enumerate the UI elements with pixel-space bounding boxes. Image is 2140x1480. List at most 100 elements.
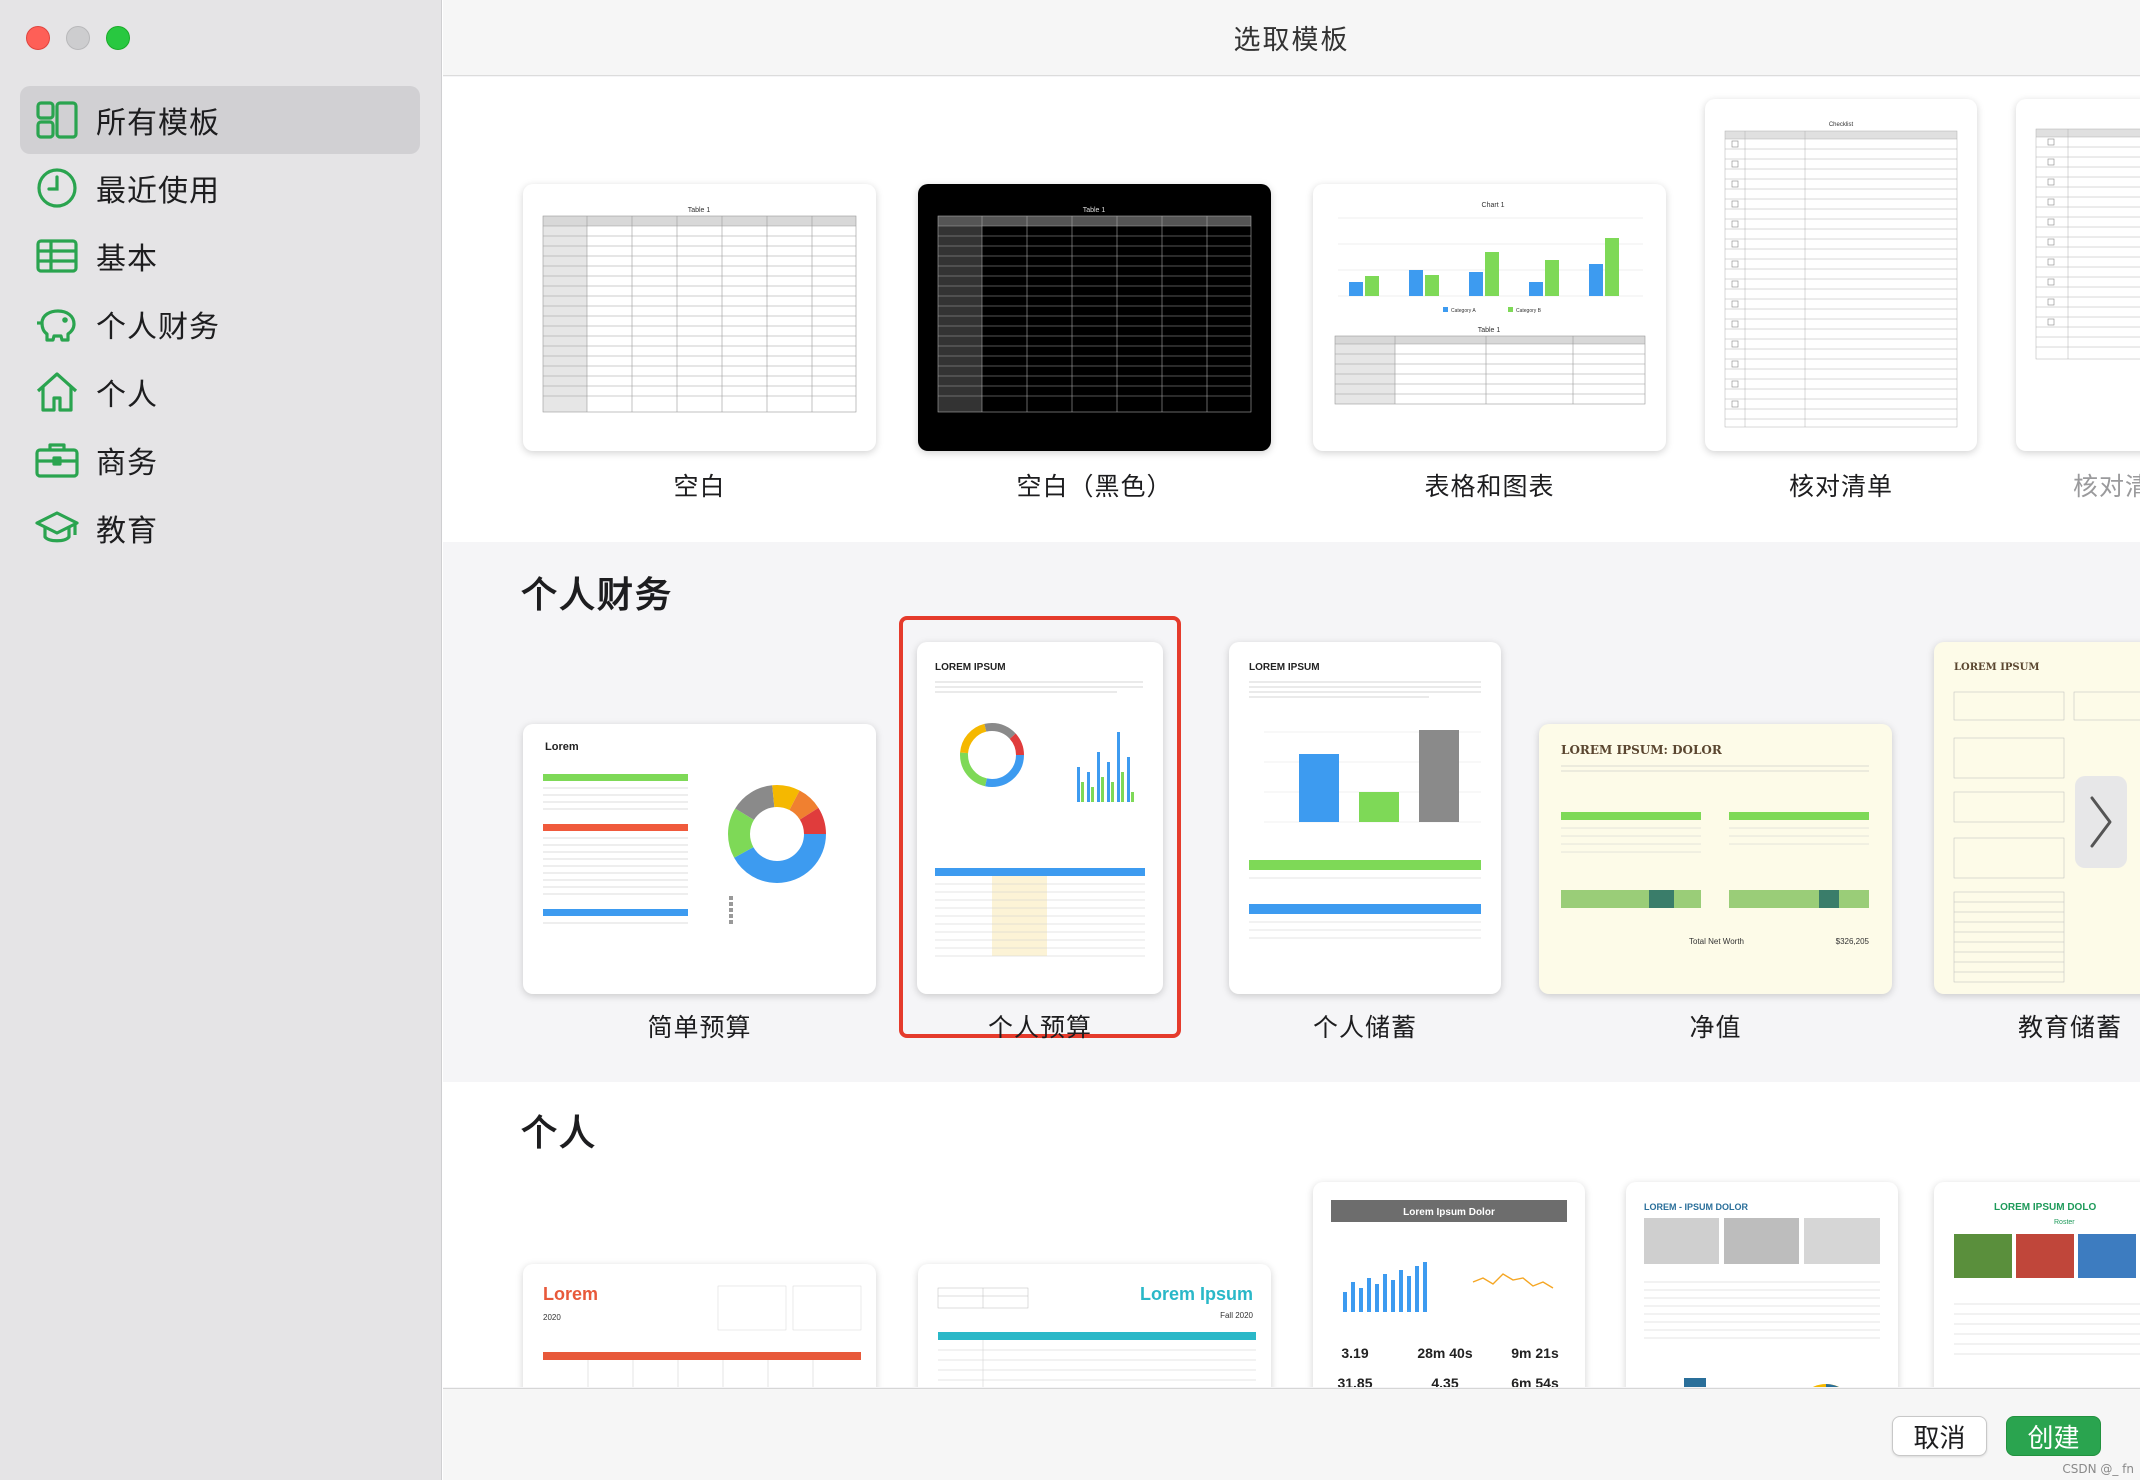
clock-icon (34, 165, 80, 211)
preview-title: Checklist (1829, 122, 1854, 128)
preview-subtitle: Roster (2054, 1219, 2075, 1226)
template-home-improvement[interactable]: LOREM - IPSUM DOLOR (1626, 1182, 1898, 1387)
stat-value: 6m 54s (1511, 1375, 1559, 1387)
sidebar: 所有模板 最近使用 基本 个人财务 个人 商务 教育 (0, 0, 442, 1480)
graduation-cap-icon (34, 505, 80, 551)
preview-title: Lorem (545, 741, 579, 753)
section-title: 个人 (521, 1113, 598, 1154)
footer-bar: 取消 创建 CSDN @_ fn (443, 1388, 2140, 1480)
blank-black-table-preview: Table 1 (937, 207, 1252, 413)
sidebar-item-label: 个人 (96, 378, 158, 413)
legend-a: Category A (1451, 308, 1476, 314)
running-log-preview: Lorem Ipsum Dolor 3.19 28m 40s 9m 21s 31… (1331, 1200, 1567, 1387)
schedule-preview: Lorem Ipsum Fall 2020 (937, 1284, 1256, 1387)
chevron-right-icon (2090, 796, 2112, 848)
section-personal-finance: 个人财务 Lorem 简单预算 LOREM IPSUM 个人预算 LOREM I… (443, 542, 2140, 1082)
template-label: 核对清 (2073, 472, 2140, 501)
home-improvement-preview: LOREM - IPSUM DOLOR (1644, 1202, 1880, 1387)
preview-title: LOREM IPSUM DOLO (1994, 1202, 2096, 1213)
cancel-button[interactable]: 取消 (1892, 1416, 1987, 1456)
preview-year: 2020 (543, 1313, 561, 1322)
calendar-preview: Lorem 2020 (543, 1284, 862, 1387)
stat-value: 31.85 (1337, 1375, 1372, 1387)
sidebar-nav: 所有模板 最近使用 基本 个人财务 个人 商务 教育 (20, 86, 420, 562)
stat-value: 4.35 (1431, 1375, 1458, 1387)
sidebar-item-label: 基本 (96, 242, 158, 277)
template-personal-budget[interactable]: LOREM IPSUM (917, 642, 1163, 994)
sidebar-item-business[interactable]: 商务 (20, 426, 420, 494)
sidebar-item-label: 个人财务 (96, 310, 220, 345)
preview-title: LOREM IPSUM (935, 662, 1006, 673)
window-titlebar: 选取模板 (443, 0, 2140, 76)
briefcase-icon (34, 437, 80, 483)
net-worth-total-label: Total Net Worth (1689, 937, 1744, 946)
section-basic: Table 1 空白 Table 1 空白（黑色） Chart 1 Catego… (443, 77, 2140, 542)
section-personal: 个人 Lorem 2020 Lorem Ipsum Fall 2020 Lore… (443, 1082, 2140, 1387)
template-label: 表格和图表 (1424, 472, 1555, 501)
template-net-worth[interactable]: LOREM IPSUM: DOLOR Total Net Worth $326,… (1539, 724, 1892, 994)
close-window-button[interactable] (26, 26, 50, 50)
house-icon (34, 369, 80, 415)
sidebar-item-personal[interactable]: 个人 (20, 358, 420, 426)
create-button[interactable]: 创建 (2006, 1416, 2101, 1456)
template-blank-black[interactable]: Table 1 (918, 184, 1271, 451)
piggy-bank-icon (34, 301, 80, 347)
legend-b: Category B (1516, 308, 1542, 314)
template-blank[interactable]: Table 1 (523, 184, 876, 451)
template-label: 核对清单 (1788, 472, 1893, 501)
preview-title: LOREM IPSUM: DOLOR (1561, 743, 1723, 757)
checklist-preview: Checklist (1724, 122, 1958, 428)
preview-title: LOREM IPSUM (1954, 662, 2039, 673)
all-templates-icon (34, 97, 80, 143)
personal-savings-preview: LOREM IPSUM (1249, 662, 1481, 939)
stat-value: 28m 40s (1417, 1345, 1472, 1361)
simple-budget-preview: Lorem (543, 741, 826, 924)
template-label: 简单预算 (647, 1013, 752, 1042)
scroll-right-button[interactable] (2075, 776, 2127, 868)
template-label: 教育储蓄 (2018, 1013, 2123, 1042)
template-checklist[interactable]: Checklist (1705, 99, 1977, 451)
preview-title: LOREM - IPSUM DOLOR (1644, 1202, 1748, 1212)
template-simple-budget[interactable]: Lorem (523, 724, 876, 994)
sidebar-item-education[interactable]: 教育 (20, 494, 420, 562)
preview-title: Lorem Ipsum (1140, 1284, 1253, 1304)
template-schedule[interactable]: Lorem Ipsum Fall 2020 (918, 1264, 1271, 1387)
preview-subtitle: Fall 2020 (1220, 1311, 1253, 1320)
template-label: 净值 (1689, 1013, 1742, 1042)
template-chart-table[interactable]: Chart 1 Category A Category B Table 1 (1313, 184, 1666, 451)
stat-value: 9m 21s (1511, 1345, 1559, 1361)
sidebar-item-all-templates[interactable]: 所有模板 (20, 86, 420, 154)
sidebar-item-label: 商务 (96, 446, 158, 481)
template-checklist-total[interactable] (2016, 99, 2140, 451)
sidebar-item-basic[interactable]: 基本 (20, 222, 420, 290)
personal-budget-preview: LOREM IPSUM (935, 662, 1145, 957)
zoom-window-button[interactable] (106, 26, 130, 50)
section-title: 个人财务 (521, 575, 674, 616)
sidebar-item-label: 所有模板 (96, 106, 220, 141)
template-personal-savings[interactable]: LOREM IPSUM (1229, 642, 1501, 994)
stat-value: 3.19 (1341, 1345, 1368, 1361)
template-label: 个人预算 (987, 1013, 1092, 1042)
template-running-log[interactable]: Lorem Ipsum Dolor 3.19 28m 40s 9m 21s 31… (1313, 1182, 1585, 1387)
template-label: 个人储蓄 (1312, 1013, 1417, 1042)
template-team-roster[interactable]: LOREM IPSUM DOLO Roster (1934, 1182, 2140, 1387)
template-chooser: 选取模板 Table 1 空白 Table 1 空白（黑色） Chart 1 C… (443, 0, 2140, 1480)
checklist-total-preview (2035, 128, 2140, 360)
preview-title: Chart 1 (1482, 202, 1505, 209)
preview-title: Lorem (543, 1284, 598, 1304)
window-title: 选取模板 (1233, 25, 1350, 56)
preview-title: Lorem Ipsum Dolor (1403, 1207, 1495, 1218)
sidebar-item-label: 教育 (96, 514, 158, 549)
sidebar-item-personal-finance[interactable]: 个人财务 (20, 290, 420, 358)
sidebar-item-recent[interactable]: 最近使用 (20, 154, 420, 222)
chart-table-preview: Chart 1 Category A Category B Table 1 (1334, 202, 1646, 405)
template-calendar[interactable]: Lorem 2020 (523, 1264, 876, 1387)
blank-table-preview: Table 1 (542, 207, 857, 413)
team-roster-preview: LOREM IPSUM DOLO Roster (1954, 1202, 2140, 1355)
table-icon (34, 233, 80, 279)
template-label: 空白 (673, 472, 726, 501)
minimize-window-button[interactable] (66, 26, 90, 50)
preview-subtitle: Table 1 (1478, 327, 1501, 334)
preview-title: Table 1 (1083, 207, 1106, 214)
preview-title: Table 1 (688, 207, 711, 214)
